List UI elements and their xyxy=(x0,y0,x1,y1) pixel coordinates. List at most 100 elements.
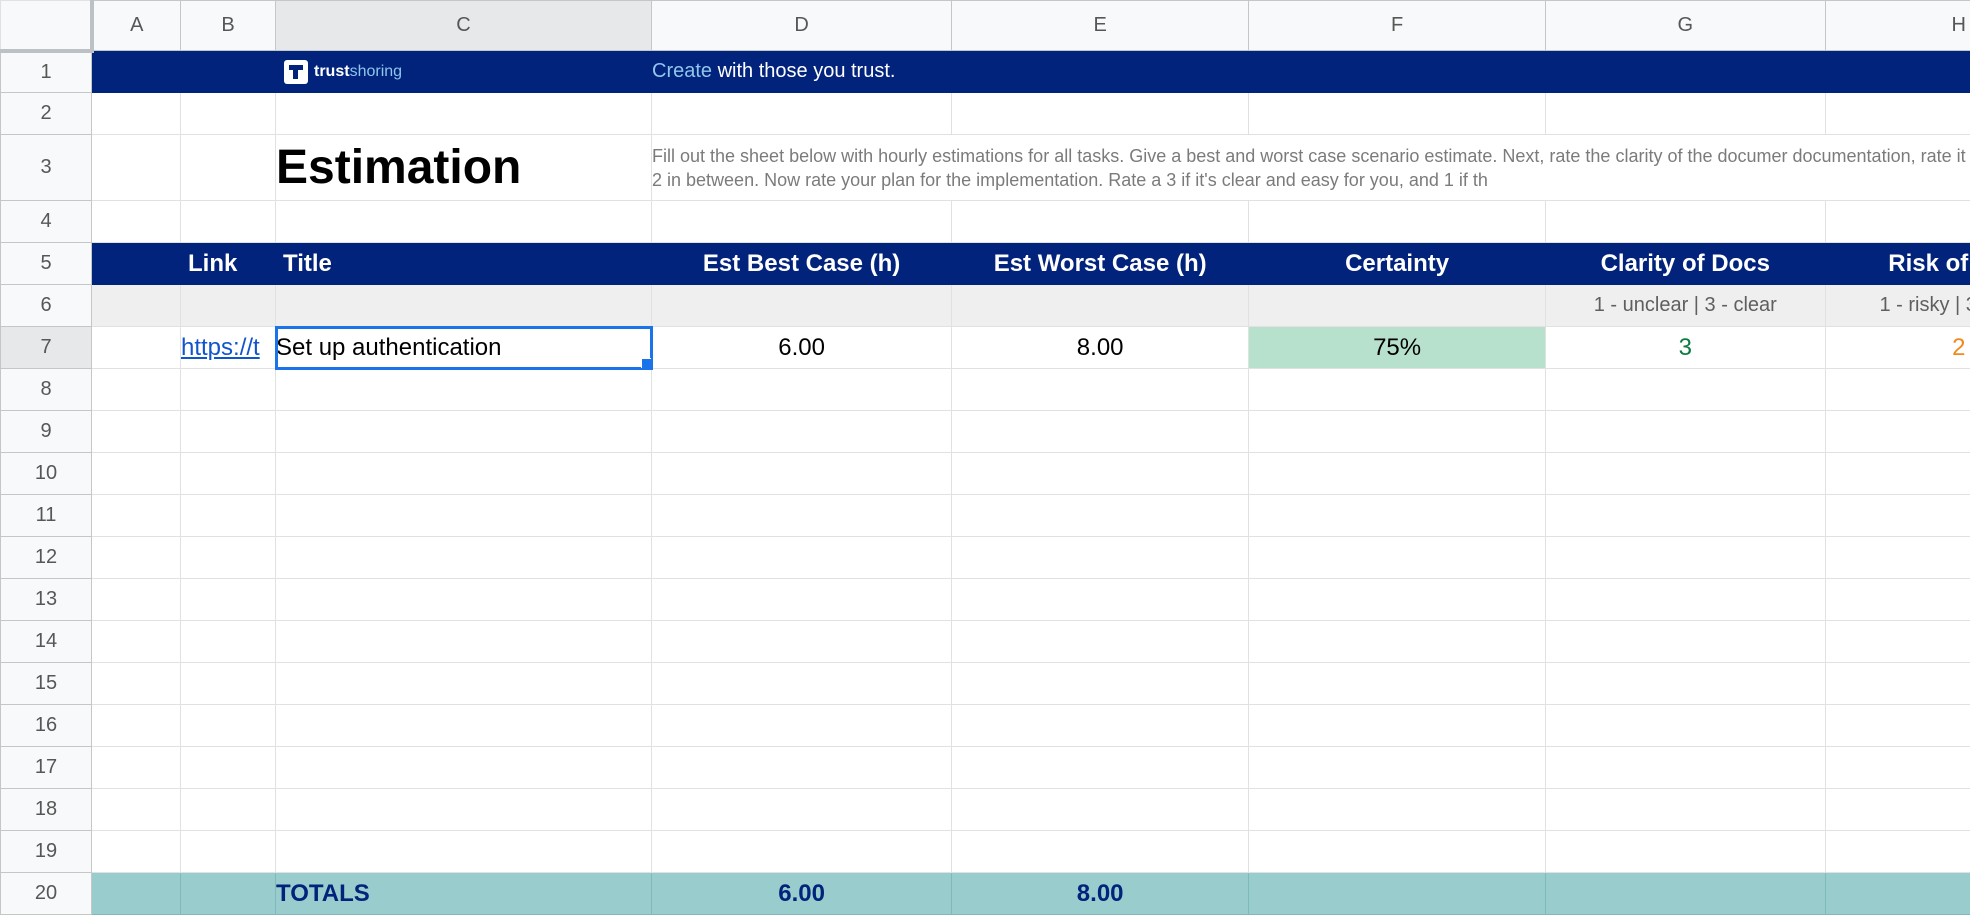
empty-cell[interactable] xyxy=(650,704,953,747)
cell-g20[interactable] xyxy=(1545,872,1826,915)
empty-cell[interactable] xyxy=(275,746,652,789)
empty-cell[interactable] xyxy=(1248,704,1547,747)
cell-e4[interactable] xyxy=(951,200,1250,243)
cell-a3[interactable] xyxy=(91,134,181,201)
empty-cell[interactable] xyxy=(1248,536,1547,579)
empty-cell[interactable] xyxy=(91,578,181,621)
cell-d4[interactable] xyxy=(650,200,953,243)
cell-a7[interactable] xyxy=(91,326,181,369)
cell-a4[interactable] xyxy=(91,200,181,243)
empty-cell[interactable] xyxy=(1545,536,1826,579)
cell-a20[interactable] xyxy=(91,872,181,915)
row-header-13[interactable]: 13 xyxy=(0,578,92,621)
empty-cell[interactable] xyxy=(951,536,1250,579)
empty-cell[interactable] xyxy=(951,452,1250,495)
empty-cell[interactable] xyxy=(650,494,953,537)
empty-cell[interactable] xyxy=(91,662,181,705)
task-link[interactable]: https://t xyxy=(180,326,276,369)
empty-cell[interactable] xyxy=(1248,368,1547,411)
row-header-7[interactable]: 7 xyxy=(0,326,92,369)
empty-cell[interactable] xyxy=(1545,830,1826,873)
empty-cell[interactable] xyxy=(1248,494,1547,537)
row-header-17[interactable]: 17 xyxy=(0,746,92,789)
empty-cell[interactable] xyxy=(1545,368,1826,411)
row-header-4[interactable]: 4 xyxy=(0,200,92,243)
empty-cell[interactable] xyxy=(1824,704,1970,747)
header-link[interactable]: Link xyxy=(180,242,276,285)
empty-cell[interactable] xyxy=(1248,788,1547,831)
column-header-b[interactable]: B xyxy=(180,0,276,51)
empty-cell[interactable] xyxy=(1545,578,1826,621)
header-best-case[interactable]: Est Best Case (h) xyxy=(650,242,953,285)
empty-cell[interactable] xyxy=(1545,620,1826,663)
empty-cell[interactable] xyxy=(1824,536,1970,579)
row-header-19[interactable]: 19 xyxy=(0,830,92,873)
empty-cell[interactable] xyxy=(951,494,1250,537)
column-header-h[interactable]: H xyxy=(1824,0,1970,51)
empty-cell[interactable] xyxy=(1248,452,1547,495)
empty-cell[interactable] xyxy=(650,368,953,411)
empty-cell[interactable] xyxy=(180,788,276,831)
empty-cell[interactable] xyxy=(180,620,276,663)
empty-cell[interactable] xyxy=(1824,494,1970,537)
empty-cell[interactable] xyxy=(650,746,953,789)
cell-g4[interactable] xyxy=(1545,200,1826,243)
row-header-8[interactable]: 8 xyxy=(0,368,92,411)
cell-a5[interactable] xyxy=(91,242,181,285)
empty-cell[interactable] xyxy=(91,536,181,579)
empty-cell[interactable] xyxy=(1824,578,1970,621)
empty-cell[interactable] xyxy=(275,452,652,495)
empty-cell[interactable] xyxy=(275,788,652,831)
cell-e2[interactable] xyxy=(951,92,1250,135)
task-certainty[interactable]: 75% xyxy=(1248,326,1547,369)
totals-label[interactable]: TOTALS xyxy=(275,872,652,915)
empty-cell[interactable] xyxy=(275,410,652,453)
empty-cell[interactable] xyxy=(91,830,181,873)
empty-cell[interactable] xyxy=(650,830,953,873)
empty-cell[interactable] xyxy=(180,452,276,495)
row-header-11[interactable]: 11 xyxy=(0,494,92,537)
fill-handle[interactable] xyxy=(641,358,651,368)
row-header-15[interactable]: 15 xyxy=(0,662,92,705)
empty-cell[interactable] xyxy=(275,662,652,705)
subheader-risk-scale[interactable]: 1 - risky | 3 - clear xyxy=(1824,284,1970,327)
sheet-title[interactable]: Estimation xyxy=(275,134,652,201)
empty-cell[interactable] xyxy=(1824,452,1970,495)
cell-d1-tagline[interactable]: Create with those you trust. xyxy=(651,50,1970,93)
instructions-text[interactable]: Fill out the sheet below with hourly est… xyxy=(651,134,1970,201)
empty-cell[interactable] xyxy=(650,536,953,579)
cell-f20[interactable] xyxy=(1248,872,1547,915)
task-risk[interactable]: 2 xyxy=(1824,326,1970,369)
empty-cell[interactable] xyxy=(650,410,953,453)
column-header-a[interactable]: A xyxy=(91,0,181,51)
column-header-d[interactable]: D xyxy=(650,0,953,51)
subheader-clarity-scale[interactable]: 1 - unclear | 3 - clear xyxy=(1545,284,1826,327)
cell-h4[interactable] xyxy=(1824,200,1970,243)
column-header-c[interactable]: C xyxy=(275,0,652,51)
cell-c2[interactable] xyxy=(275,92,652,135)
cell-d2[interactable] xyxy=(650,92,953,135)
empty-cell[interactable] xyxy=(180,746,276,789)
empty-cell[interactable] xyxy=(180,662,276,705)
empty-cell[interactable] xyxy=(650,452,953,495)
cell-b20[interactable] xyxy=(180,872,276,915)
row-header-2[interactable]: 2 xyxy=(0,92,92,135)
cell-h20[interactable] xyxy=(1824,872,1970,915)
row-header-5[interactable]: 5 xyxy=(0,242,92,285)
cell-b3[interactable] xyxy=(180,134,276,201)
empty-cell[interactable] xyxy=(1248,410,1547,453)
empty-cell[interactable] xyxy=(1824,368,1970,411)
empty-cell[interactable] xyxy=(1248,620,1547,663)
empty-cell[interactable] xyxy=(650,620,953,663)
empty-cell[interactable] xyxy=(1824,788,1970,831)
empty-cell[interactable] xyxy=(951,746,1250,789)
empty-cell[interactable] xyxy=(1248,578,1547,621)
empty-cell[interactable] xyxy=(91,410,181,453)
empty-cell[interactable] xyxy=(1248,830,1547,873)
select-all-corner[interactable] xyxy=(0,0,94,53)
empty-cell[interactable] xyxy=(650,578,953,621)
cell-a2[interactable] xyxy=(91,92,181,135)
row-header-12[interactable]: 12 xyxy=(0,536,92,579)
empty-cell[interactable] xyxy=(91,368,181,411)
totals-worst-case[interactable]: 8.00 xyxy=(951,872,1250,915)
